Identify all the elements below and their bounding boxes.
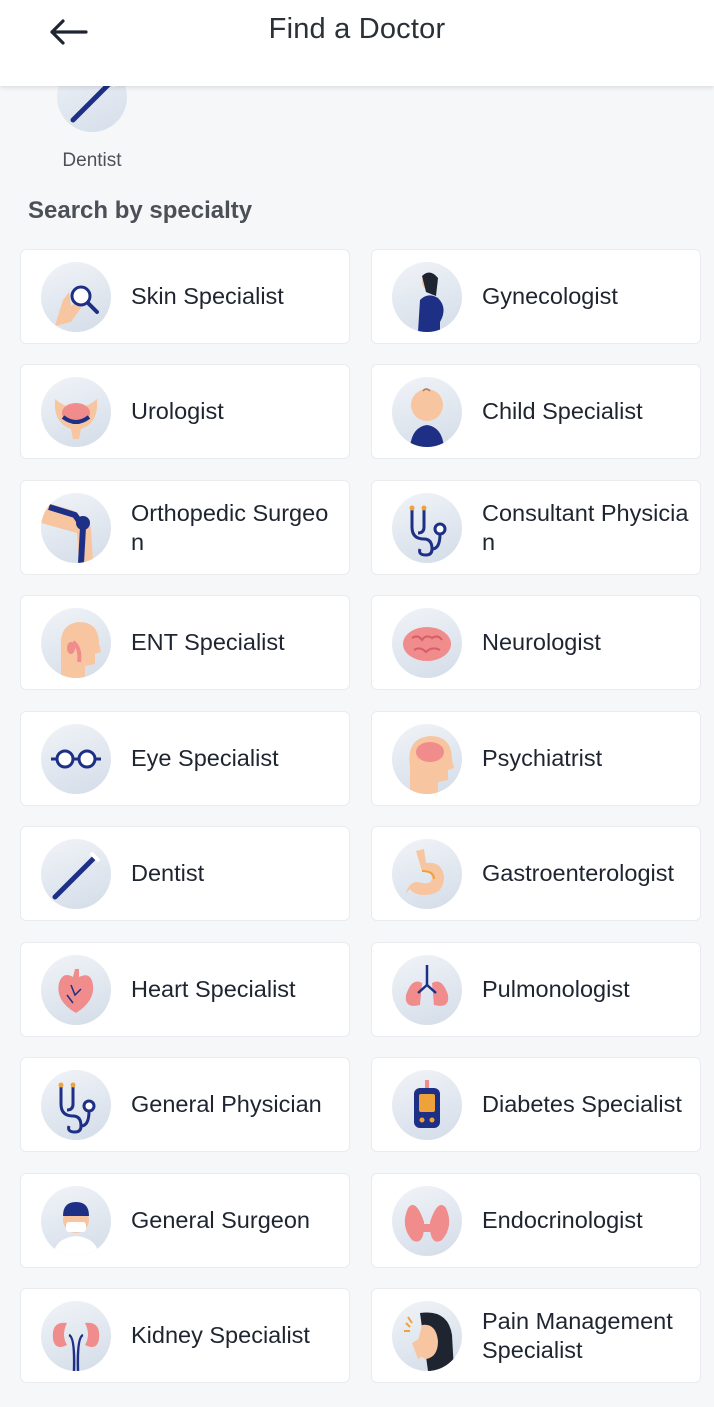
specialty-label: Orthopedic Surgeon [131, 499, 329, 555]
headache-woman-icon [392, 1300, 462, 1371]
specialty-card-gynecologist[interactable]: Gynecologist [371, 249, 701, 344]
stomach-icon [392, 838, 462, 909]
specialty-card-neurologist[interactable]: Neurologist [371, 595, 701, 690]
bladder-icon [41, 376, 111, 447]
specialty-label: Gastroenterologist [482, 860, 675, 886]
specialty-card-dentist[interactable]: Dentist [20, 826, 350, 921]
specialty-card-orthopedic-surgeon[interactable]: Orthopedic Surgeon [20, 480, 350, 575]
specialty-card-general-surgeon[interactable]: General Surgeon [20, 1173, 350, 1268]
specialty-card-gastroenterologist[interactable]: Gastroenterologist [371, 826, 701, 921]
specialty-label: General Surgeon [131, 1207, 310, 1233]
brain-icon [392, 607, 462, 678]
specialty-label: Gynecologist [482, 283, 618, 309]
specialty-card-skin-specialist[interactable]: Skin Specialist [20, 249, 350, 344]
specialty-label: Heart Specialist [131, 976, 296, 1002]
specialty-label: Consultant Physician [482, 499, 689, 555]
specialty-label: Neurologist [482, 629, 601, 655]
stethoscope-icon [392, 492, 462, 563]
specialty-card-endocrinologist[interactable]: Endocrinologist [371, 1173, 701, 1268]
specialty-card-psychiatrist[interactable]: Psychiatrist [371, 711, 701, 806]
head-brain-icon [392, 723, 462, 794]
specialty-card-child-specialist[interactable]: Child Specialist [371, 364, 701, 459]
specialty-label: Pain Management Specialist [482, 1307, 673, 1363]
baby-icon [392, 376, 462, 447]
specialty-label: Urologist [131, 398, 224, 424]
specialty-card-diabetes-specialist[interactable]: Diabetes Specialist [371, 1057, 701, 1152]
section-title: Search by specialty [28, 197, 253, 224]
recent-specialty-label: Dentist [62, 150, 122, 171]
specialty-label: Endocrinologist [482, 1207, 643, 1233]
specialty-card-heart-specialist[interactable]: Heart Specialist [20, 942, 350, 1037]
pregnant-woman-icon [392, 261, 462, 332]
specialty-card-eye-specialist[interactable]: Eye Specialist [20, 711, 350, 806]
glasses-icon [41, 723, 111, 794]
specialty-label: Child Specialist [482, 398, 643, 424]
specialty-label: Psychiatrist [482, 745, 603, 771]
magnifier-hand-icon [41, 261, 111, 332]
specialty-label: Eye Specialist [131, 745, 279, 771]
specialty-label: Kidney Specialist [131, 1322, 310, 1348]
stethoscope-icon [41, 1069, 111, 1140]
specialty-card-pulmonologist[interactable]: Pulmonologist [371, 942, 701, 1037]
specialty-label: Skin Specialist [131, 283, 284, 309]
specialty-card-pain-management-specialist[interactable]: Pain Management Specialist [371, 1288, 701, 1383]
page-title: Find a Doctor [268, 13, 446, 45]
app-header: Find a Doctor [0, 0, 714, 86]
specialty-card-kidney-specialist[interactable]: Kidney Specialist [20, 1288, 350, 1383]
heart-icon [41, 954, 111, 1025]
specialty-card-urologist[interactable]: Urologist [20, 364, 350, 459]
specialty-card-consultant-physician[interactable]: Consultant Physician [371, 480, 701, 575]
thyroid-icon [392, 1185, 462, 1256]
specialty-label: Dentist [131, 860, 205, 886]
ent-head-icon [41, 607, 111, 678]
specialty-card-general-physician[interactable]: General Physician [20, 1057, 350, 1152]
specialty-card-ent-specialist[interactable]: ENT Specialist [20, 595, 350, 690]
kidneys-icon [41, 1300, 111, 1371]
lungs-icon [392, 954, 462, 1025]
glucometer-icon [392, 1069, 462, 1140]
specialty-label: Diabetes Specialist [482, 1091, 682, 1117]
surgeon-icon [41, 1185, 111, 1256]
specialty-label: Pulmonologist [482, 976, 630, 1002]
knee-joint-icon [41, 492, 111, 563]
specialty-label: General Physician [131, 1091, 322, 1117]
specialty-label: ENT Specialist [131, 629, 285, 655]
toothbrush-icon [41, 838, 111, 909]
